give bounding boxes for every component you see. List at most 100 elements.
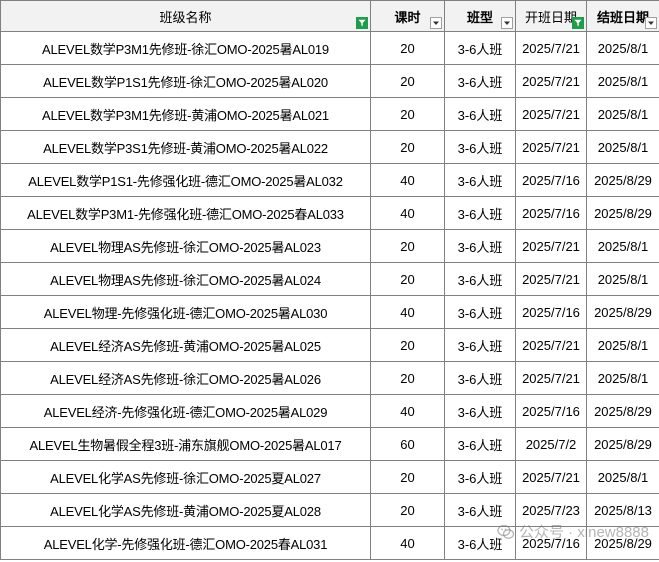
cell-hours[interactable]: 40 [370,196,445,230]
cell-class-name[interactable]: ALEVEL经济-先修强化班-德汇OMO-2025暑AL029 [0,394,371,428]
class-schedule-table: 班级名称 课时 班型 开班日期 结班日期 ALEVEL数学P3M1先修班-徐汇O… [0,0,659,560]
cell-start-date[interactable]: 2025/7/2 [515,427,587,461]
cell-start-date[interactable]: 2025/7/21 [515,229,587,263]
cell-end-date[interactable]: 2025/8/1 [586,64,659,98]
cell-class-name[interactable]: ALEVEL物理-先修强化班-德汇OMO-2025暑AL030 [0,295,371,329]
cell-start-date[interactable]: 2025/7/21 [515,328,587,362]
filter-dropdown-icon[interactable] [501,17,513,29]
cell-class-type[interactable]: 3-6人班 [444,31,516,65]
cell-class-type[interactable]: 3-6人班 [444,130,516,164]
cell-start-date[interactable]: 2025/7/21 [515,64,587,98]
cell-end-date[interactable]: 2025/8/1 [586,31,659,65]
cell-start-date[interactable]: 2025/7/21 [515,460,587,494]
cell-class-name[interactable]: ALEVEL数学P3S1先修班-黄浦OMO-2025暑AL022 [0,130,371,164]
cell-hours[interactable]: 60 [370,427,445,461]
cell-end-date[interactable]: 2025/8/13 [586,493,659,527]
cell-hours[interactable]: 40 [370,163,445,197]
cell-end-date[interactable]: 2025/8/1 [586,361,659,395]
cell-hours[interactable]: 20 [370,31,445,65]
header-class-type-label: 班型 [466,9,493,25]
cell-class-name[interactable]: ALEVEL数学P3M1先修班-黄浦OMO-2025暑AL021 [0,97,371,131]
cell-hours[interactable]: 20 [370,262,445,296]
cell-end-date[interactable]: 2025/8/1 [586,97,659,131]
cell-class-name[interactable]: ALEVEL化学AS先修班-徐汇OMO-2025夏AL027 [0,460,371,494]
cell-start-date[interactable]: 2025/7/21 [515,31,587,65]
cell-class-name[interactable]: ALEVEL数学P1S1-先修强化班-德汇OMO-2025暑AL032 [0,163,371,197]
cell-class-type[interactable]: 3-6人班 [444,163,516,197]
cell-hours[interactable]: 20 [370,97,445,131]
cell-class-name[interactable]: ALEVEL经济AS先修班-徐汇OMO-2025暑AL026 [0,361,371,395]
cell-start-date[interactable]: 2025/7/21 [515,130,587,164]
cell-class-name[interactable]: ALEVEL物理AS先修班-徐汇OMO-2025暑AL024 [0,262,371,296]
table-row: ALEVEL经济-先修强化班-德汇OMO-2025暑AL029 40 3-6人班… [0,394,659,428]
cell-class-name[interactable]: ALEVEL物理AS先修班-徐汇OMO-2025暑AL023 [0,229,371,263]
cell-class-type[interactable]: 3-6人班 [444,262,516,296]
cell-start-date[interactable]: 2025/7/23 [515,493,587,527]
header-class-name: 班级名称 [0,0,371,32]
header-hours: 课时 [370,0,445,32]
cell-hours[interactable]: 20 [370,361,445,395]
cell-class-type[interactable]: 3-6人班 [444,229,516,263]
cell-class-type[interactable]: 3-6人班 [444,394,516,428]
cell-class-type[interactable]: 3-6人班 [444,328,516,362]
cell-end-date[interactable]: 2025/8/1 [586,229,659,263]
cell-class-type[interactable]: 3-6人班 [444,361,516,395]
cell-class-name[interactable]: ALEVEL生物暑假全程3班-浦东旗舰OMO-2025暑AL017 [0,427,371,461]
cell-start-date[interactable]: 2025/7/21 [515,262,587,296]
cell-end-date[interactable]: 2025/8/1 [586,262,659,296]
cell-class-type[interactable]: 3-6人班 [444,64,516,98]
table-row: ALEVEL生物暑假全程3班-浦东旗舰OMO-2025暑AL017 60 3-6… [0,427,659,461]
cell-class-name[interactable]: ALEVEL数学P3M1先修班-徐汇OMO-2025暑AL019 [0,31,371,65]
header-start-date: 开班日期 [515,0,587,32]
cell-start-date[interactable]: 2025/7/21 [515,97,587,131]
cell-class-type[interactable]: 3-6人班 [444,526,516,560]
table-row: ALEVEL数学P3M1-先修强化班-德汇OMO-2025春AL033 40 3… [0,196,659,230]
cell-hours[interactable]: 20 [370,64,445,98]
cell-hours[interactable]: 20 [370,130,445,164]
cell-start-date[interactable]: 2025/7/16 [515,295,587,329]
cell-hours[interactable]: 20 [370,493,445,527]
cell-class-type[interactable]: 3-6人班 [444,493,516,527]
cell-class-type[interactable]: 3-6人班 [444,196,516,230]
cell-end-date[interactable]: 2025/8/1 [586,328,659,362]
cell-class-type[interactable]: 3-6人班 [444,427,516,461]
filter-funnel-icon[interactable] [572,17,584,29]
cell-class-name[interactable]: ALEVEL数学P3M1-先修强化班-德汇OMO-2025春AL033 [0,196,371,230]
filter-dropdown-icon[interactable] [645,17,657,29]
cell-end-date[interactable]: 2025/8/29 [586,427,659,461]
cell-hours[interactable]: 40 [370,526,445,560]
cell-start-date[interactable]: 2025/7/21 [515,361,587,395]
cell-end-date[interactable]: 2025/8/1 [586,130,659,164]
table-row: ALEVEL化学AS先修班-徐汇OMO-2025夏AL027 20 3-6人班 … [0,460,659,494]
cell-hours[interactable]: 20 [370,328,445,362]
table-row: ALEVEL数学P3S1先修班-黄浦OMO-2025暑AL022 20 3-6人… [0,130,659,164]
cell-start-date[interactable]: 2025/7/16 [515,196,587,230]
filter-dropdown-icon[interactable] [430,17,442,29]
cell-class-type[interactable]: 3-6人班 [444,460,516,494]
header-start-date-label: 开班日期 [524,9,577,25]
cell-class-name[interactable]: ALEVEL化学AS先修班-黄浦OMO-2025夏AL028 [0,493,371,527]
cell-start-date[interactable]: 2025/7/16 [515,163,587,197]
cell-class-name[interactable]: ALEVEL化学-先修强化班-德汇OMO-2025春AL031 [0,526,371,560]
cell-hours[interactable]: 20 [370,229,445,263]
cell-end-date[interactable]: 2025/8/29 [586,163,659,197]
table-row: ALEVEL化学-先修强化班-德汇OMO-2025春AL031 40 3-6人班… [0,526,659,560]
cell-hours[interactable]: 40 [370,394,445,428]
table-row: ALEVEL经济AS先修班-黄浦OMO-2025暑AL025 20 3-6人班 … [0,328,659,362]
cell-class-type[interactable]: 3-6人班 [444,97,516,131]
cell-class-type[interactable]: 3-6人班 [444,295,516,329]
cell-end-date[interactable]: 2025/8/29 [586,394,659,428]
cell-end-date[interactable]: 2025/8/1 [586,460,659,494]
cell-class-name[interactable]: ALEVEL经济AS先修班-黄浦OMO-2025暑AL025 [0,328,371,362]
cell-hours[interactable]: 40 [370,295,445,329]
cell-end-date[interactable]: 2025/8/29 [586,295,659,329]
cell-start-date[interactable]: 2025/7/16 [515,394,587,428]
cell-end-date[interactable]: 2025/8/29 [586,196,659,230]
cell-class-name[interactable]: ALEVEL数学P1S1先修班-徐汇OMO-2025暑AL020 [0,64,371,98]
cell-hours[interactable]: 20 [370,460,445,494]
filter-funnel-icon[interactable] [356,17,368,29]
cell-start-date[interactable]: 2025/7/16 [515,526,587,560]
table-row: ALEVEL物理AS先修班-徐汇OMO-2025暑AL024 20 3-6人班 … [0,262,659,296]
cell-end-date[interactable]: 2025/8/29 [586,526,659,560]
header-class-type: 班型 [444,0,516,32]
